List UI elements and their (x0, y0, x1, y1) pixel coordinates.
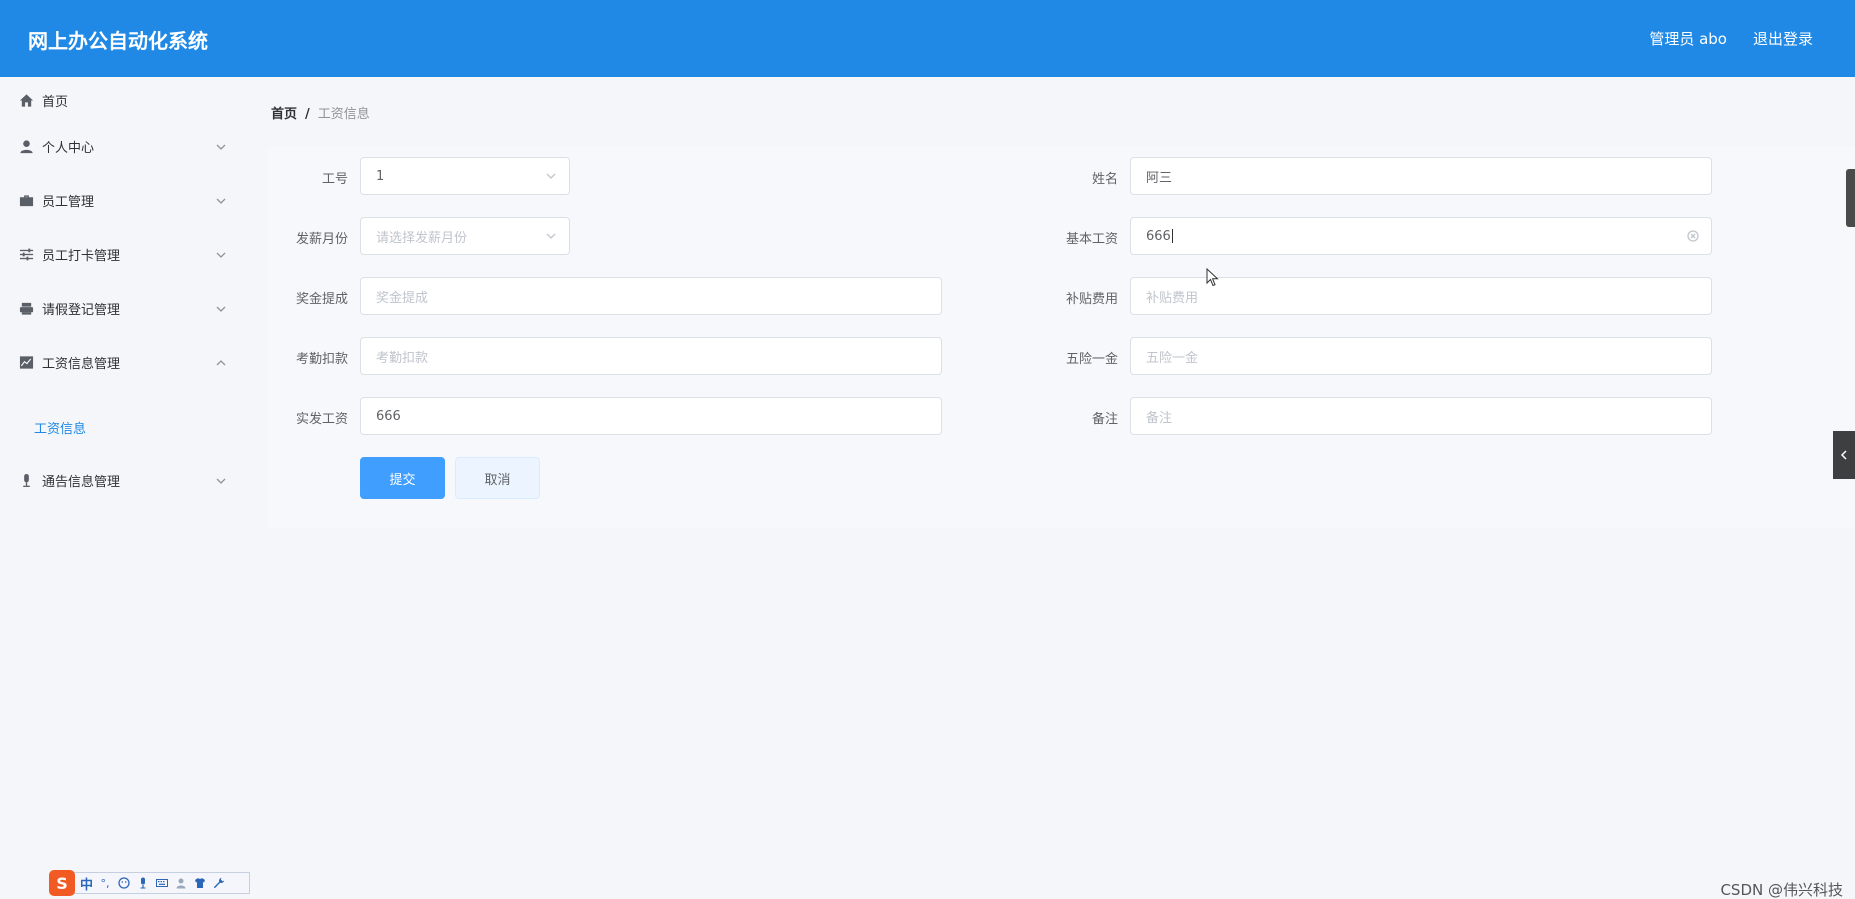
chevron-down-icon (216, 303, 226, 313)
pay-month-select[interactable]: 请选择发薪月份 (360, 217, 570, 255)
name-input[interactable]: 阿三 (1130, 157, 1712, 195)
sidebar-item-salary-management[interactable]: 工资信息管理 (0, 339, 250, 385)
briefcase-icon (18, 192, 34, 208)
remark-input[interactable]: 备注 (1130, 397, 1712, 435)
chevron-down-icon (216, 249, 226, 259)
side-panel-tab[interactable] (1846, 169, 1855, 227)
breadcrumb-home[interactable]: 首页 (271, 107, 297, 122)
voice-input-icon[interactable] (136, 876, 150, 890)
sidebar-item-label: 通告信息管理 (42, 474, 121, 490)
cancel-button[interactable]: 取消 (455, 457, 540, 499)
chevron-left-icon (1840, 450, 1847, 460)
breadcrumb-separator: / (305, 107, 310, 122)
chevron-down-icon (545, 230, 557, 242)
sidebar-item-personal-center[interactable]: 个人中心 (0, 123, 250, 169)
current-user-label: 管理员 abo (1649, 30, 1727, 48)
ime-mode-toggle[interactable]: 中 (80, 874, 93, 893)
sidebar-item-leave-management[interactable]: 请假登记管理 (0, 285, 250, 331)
base-salary-input[interactable]: 666 (1130, 217, 1712, 255)
sidebar-item-label: 工资信息管理 (42, 356, 121, 372)
ime-toolbar: S 中 °, (49, 870, 250, 896)
bonus-placeholder: 奖金提成 (376, 290, 429, 306)
printer-icon (18, 300, 34, 316)
mouse-cursor-icon (1206, 268, 1219, 287)
chevron-down-icon (216, 141, 226, 151)
insurance-placeholder: 五险一金 (1146, 350, 1199, 366)
submenu-item-salary-info[interactable]: 工资信息 (34, 418, 86, 437)
app-title: 网上办公自动化系统 (28, 29, 208, 53)
pay-month-placeholder: 请选择发薪月份 (376, 230, 468, 246)
logout-link[interactable]: 退出登录 (1753, 28, 1813, 49)
submit-button[interactable]: 提交 (360, 457, 445, 499)
employee-no-select[interactable]: 1 (360, 157, 570, 195)
subsidy-label: 补贴费用 (1065, 292, 1118, 307)
name-label: 姓名 (1091, 172, 1118, 187)
subsidy-placeholder: 补贴费用 (1146, 290, 1199, 306)
user-account-icon[interactable] (174, 876, 188, 890)
insurance-input[interactable]: 五险一金 (1130, 337, 1712, 375)
text-caret (1171, 229, 1173, 243)
skin-tshirt-icon[interactable] (193, 876, 207, 890)
attendance-deduction-input[interactable]: 考勤扣款 (360, 337, 942, 375)
attendance-deduction-placeholder: 考勤扣款 (376, 350, 429, 366)
keyboard-icon[interactable] (155, 876, 169, 890)
insurance-label: 五险一金 (1065, 352, 1118, 367)
user-icon (18, 138, 34, 154)
csdn-watermark: CSDN @伟兴科技 (1720, 881, 1843, 899)
top-header: 网上办公自动化系统 管理员 abo 退出登录 (0, 0, 1855, 77)
actual-salary-label: 实发工资 (295, 412, 348, 427)
base-salary-value: 666 (1146, 228, 1171, 244)
chart-icon (18, 354, 34, 370)
sidebar-item-attendance-management[interactable]: 员工打卡管理 (0, 231, 250, 277)
attendance-deduction-label: 考勤扣款 (295, 352, 348, 367)
bonus-input[interactable]: 奖金提成 (360, 277, 942, 315)
employee-no-label: 工号 (321, 172, 348, 187)
punctuation-toggle[interactable]: °, (98, 876, 112, 890)
sliders-icon (18, 246, 34, 262)
actual-salary-input[interactable]: 666 (360, 397, 942, 435)
sidebar-item-home[interactable]: 首页 (0, 77, 250, 123)
sidebar-item-label: 请假登记管理 (42, 302, 121, 318)
emoji-icon[interactable] (117, 876, 131, 890)
remark-placeholder: 备注 (1146, 410, 1173, 426)
employee-no-value: 1 (376, 168, 385, 184)
chevron-up-icon (216, 357, 226, 367)
chevron-down-icon (216, 475, 226, 485)
chevron-down-icon (216, 195, 226, 205)
sidebar-item-employee-management[interactable]: 员工管理 (0, 177, 250, 223)
sidebar-item-notice-management[interactable]: 通告信息管理 (0, 457, 250, 503)
settings-wrench-icon[interactable] (212, 876, 226, 890)
bonus-label: 奖金提成 (295, 292, 348, 307)
base-salary-label: 基本工资 (1065, 232, 1118, 247)
sogou-logo-icon[interactable]: S (49, 870, 75, 896)
breadcrumb: 首页 / 工资信息 (271, 103, 370, 122)
remark-label: 备注 (1091, 412, 1118, 427)
microphone-icon (18, 472, 34, 488)
sidebar-item-label: 个人中心 (42, 140, 95, 156)
collapse-toggle-button[interactable] (1833, 431, 1855, 479)
actual-salary-value: 666 (376, 408, 401, 424)
sidebar-item-label: 员工打卡管理 (42, 248, 121, 264)
home-icon (18, 92, 34, 108)
chevron-down-icon (545, 170, 557, 182)
breadcrumb-current: 工资信息 (317, 107, 370, 122)
sidebar: 首页 个人中心 员工管理 员工打卡管理 请假登记管理 工资信息管理 工资信息 通… (0, 77, 250, 899)
name-value: 阿三 (1146, 170, 1173, 186)
sidebar-item-label: 员工管理 (42, 194, 95, 210)
sidebar-item-label: 首页 (42, 94, 69, 110)
pay-month-label: 发薪月份 (295, 232, 348, 247)
clear-icon[interactable] (1687, 230, 1699, 242)
